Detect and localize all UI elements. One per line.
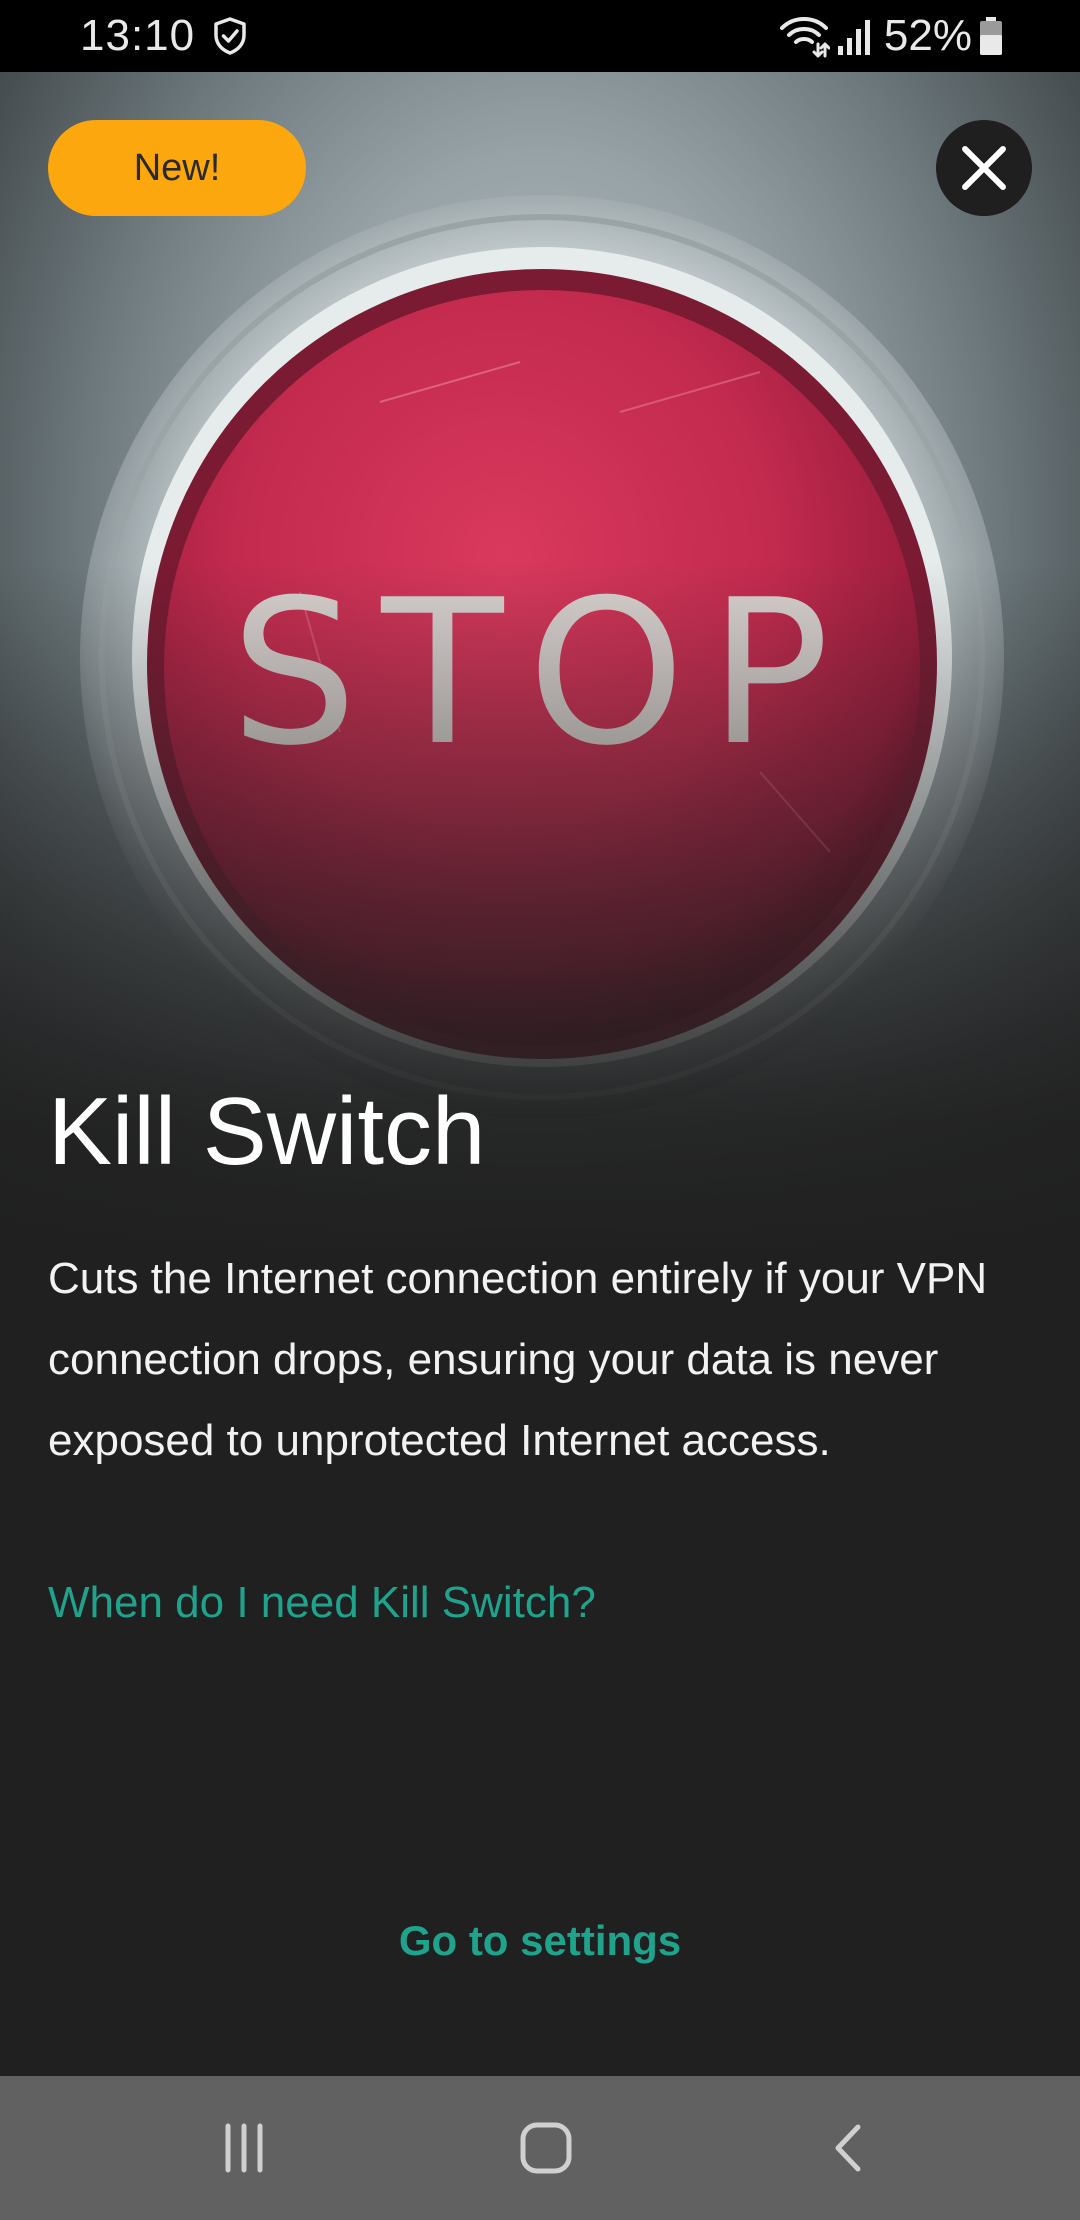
navigation-bar xyxy=(0,2076,1080,2220)
home-button[interactable] xyxy=(466,2076,626,2220)
kill-switch-screen: 13:10 52% New! Kill Switch Cuts the Inte… xyxy=(0,0,1080,2220)
back-button[interactable] xyxy=(768,2076,928,2220)
close-button[interactable] xyxy=(936,120,1032,216)
help-link[interactable]: When do I need Kill Switch? xyxy=(48,1562,596,1643)
status-time: 13:10 xyxy=(80,11,196,60)
battery-percentage: 52% xyxy=(883,11,972,60)
battery-icon xyxy=(980,17,1002,55)
status-indicators: 52% xyxy=(778,8,1004,64)
go-to-settings-button[interactable]: Go to settings xyxy=(340,1898,740,1982)
recent-apps-button[interactable] xyxy=(164,2076,324,2220)
page-title: Kill Switch xyxy=(48,1078,486,1185)
wifi-icon xyxy=(779,17,830,58)
feature-description: Cuts the Internet connection entirely if… xyxy=(48,1254,988,1465)
status-bar: 13:10 52% xyxy=(0,0,1080,72)
close-icon xyxy=(962,146,1006,190)
recent-apps-icon xyxy=(225,2123,263,2173)
signal-icon xyxy=(837,20,870,55)
back-icon xyxy=(835,2124,861,2172)
home-icon xyxy=(520,2122,572,2174)
vpn-shield-icon xyxy=(214,17,246,55)
new-badge: New! xyxy=(48,120,306,216)
